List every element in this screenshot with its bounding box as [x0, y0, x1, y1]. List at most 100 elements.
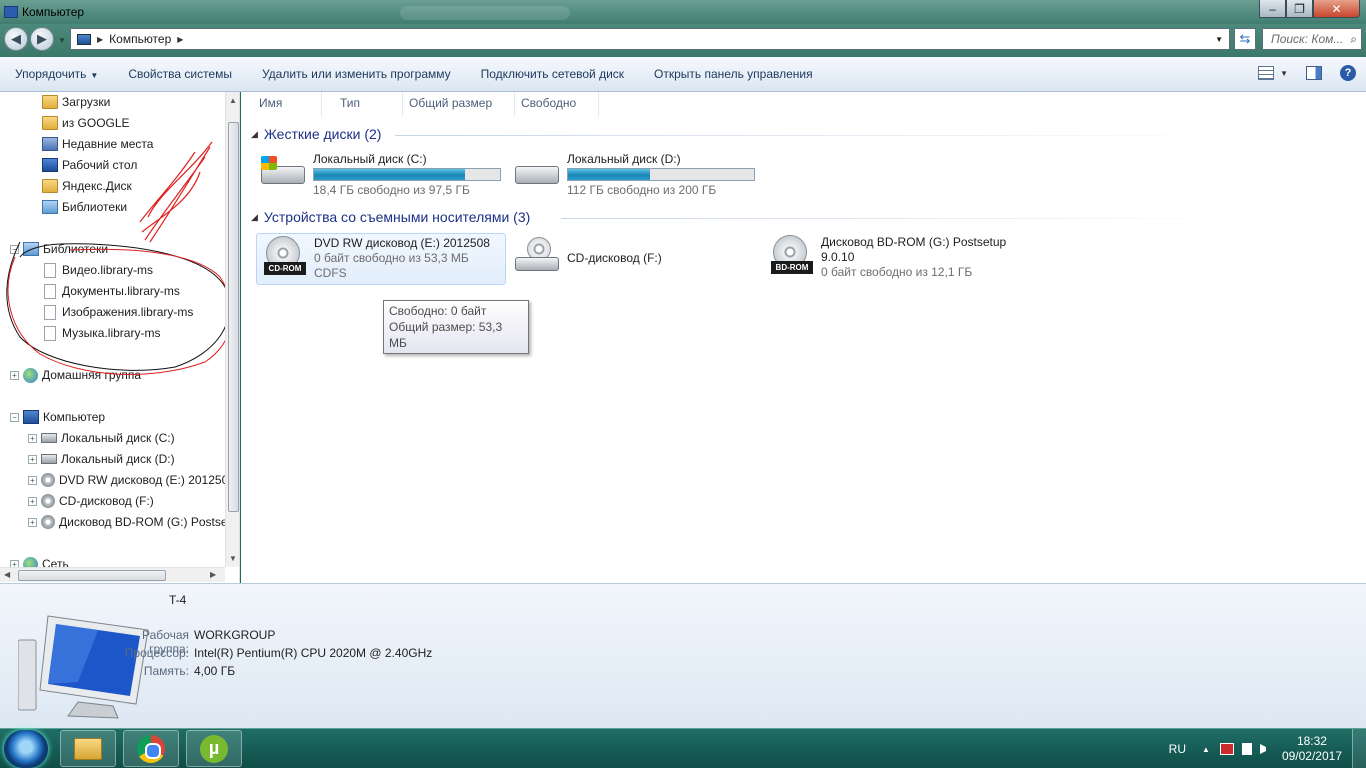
expand-icon[interactable]: +: [10, 370, 19, 380]
nav-item-desktop[interactable]: Рабочий стол: [42, 155, 137, 175]
network-status-icon[interactable]: [1219, 743, 1234, 755]
breadcrumb[interactable]: Компьютер: [109, 32, 171, 46]
utorrent-icon: µ: [200, 734, 228, 763]
nav-item-drive-g[interactable]: + Дисковод BD-ROM (G:) Postse: [28, 512, 228, 532]
nav-item-documents-lib[interactable]: Документы.library-ms: [42, 281, 180, 301]
scroll-down-icon[interactable]: ▼: [229, 554, 237, 563]
nav-item-recent[interactable]: Недавние места: [42, 134, 153, 154]
map-network-drive-button[interactable]: Подключить сетевой диск: [466, 67, 639, 81]
nav-item-drive-c[interactable]: + Локальный диск (C:): [28, 428, 175, 448]
nav-horizontal-scrollbar[interactable]: ◀ ▶: [0, 567, 225, 582]
nav-item-google[interactable]: из GOOGLE: [42, 113, 130, 133]
scroll-up-icon[interactable]: ▲: [229, 96, 237, 105]
expand-icon[interactable]: +: [28, 517, 37, 527]
taskbar-chrome[interactable]: [123, 730, 179, 767]
folder-icon: [42, 95, 58, 109]
start-button[interactable]: [4, 730, 48, 768]
minimize-button[interactable]: –: [1259, 0, 1286, 18]
collapse-icon[interactable]: −: [10, 244, 19, 254]
drive-e[interactable]: CD-ROM DVD RW дисковод (E:) 2012508 0 ба…: [256, 233, 506, 285]
expand-icon[interactable]: +: [28, 475, 37, 485]
action-center-flag-icon[interactable]: [1241, 743, 1252, 755]
group-divider: [395, 135, 1245, 136]
drive-c[interactable]: Локальный диск (C:) 18,4 ГБ свободно из …: [259, 152, 501, 198]
desktop-icon: [42, 158, 58, 172]
disc-icon: BD-ROM: [767, 235, 815, 275]
library-icon: [23, 242, 39, 256]
address-dropdown-icon[interactable]: ▼: [1215, 35, 1223, 44]
expand-icon[interactable]: +: [28, 496, 37, 506]
help-icon[interactable]: ?: [1340, 65, 1356, 81]
drive-d[interactable]: Локальный диск (D:) 112 ГБ свободно из 2…: [513, 152, 755, 198]
group-divider: [561, 218, 1245, 219]
close-button[interactable]: ✕: [1313, 0, 1360, 18]
column-type[interactable]: Тип: [322, 92, 403, 116]
nav-item-music-lib[interactable]: Музыка.library-ms: [42, 323, 160, 343]
organize-button[interactable]: Упорядочить ▼: [0, 67, 113, 81]
nav-item-homegroup[interactable]: + Домашняя группа: [10, 365, 141, 385]
detail-cpu: Процессор: Intel(R) Pentium(R) CPU 2020M …: [124, 646, 433, 660]
clock[interactable]: 18:32 09/02/2017: [1282, 734, 1342, 764]
file-icon: [44, 325, 56, 341]
refresh-button[interactable]: ⇆: [1234, 28, 1256, 50]
change-view-button[interactable]: ▼: [1258, 66, 1288, 80]
column-total-size[interactable]: Общий размер: [403, 92, 515, 116]
show-desktop-button[interactable]: [1352, 729, 1366, 768]
search-input[interactable]: Поиск: Ком... ⌕: [1262, 28, 1362, 50]
collapse-triangle-icon[interactable]: ◢: [251, 212, 258, 223]
language-indicator[interactable]: RU: [1169, 742, 1186, 756]
show-hidden-icons[interactable]: ▲: [1202, 745, 1210, 754]
nav-item-drive-f[interactable]: + CD-дисковод (F:): [28, 491, 154, 511]
column-headers: Имя Тип Общий размер Свободно: [241, 92, 1366, 116]
expand-icon[interactable]: +: [28, 454, 37, 464]
drive-g[interactable]: BD-ROM Дисковод BD-ROM (G:) Postsetup 9.…: [767, 235, 1006, 280]
preview-pane-icon[interactable]: [1306, 66, 1322, 80]
nav-item-drive-d[interactable]: + Локальный диск (D:): [28, 449, 175, 469]
hard-drive-icon: [41, 433, 57, 443]
taskbar: µ RU ▲ 18:32 09/02/2017: [0, 728, 1366, 768]
maximize-button[interactable]: ❐: [1286, 0, 1313, 18]
collapse-icon[interactable]: −: [10, 412, 19, 422]
forward-arrow-icon: ▶: [37, 31, 47, 46]
expand-icon[interactable]: +: [28, 433, 37, 443]
recent-pages-dropdown[interactable]: ▼: [58, 36, 66, 45]
disc-icon: CD-ROM: [260, 236, 308, 276]
nav-vertical-scrollbar[interactable]: ▲ ▼: [225, 92, 239, 567]
scroll-thumb[interactable]: [18, 570, 166, 581]
nav-item-pictures-lib[interactable]: Изображения.library-ms: [42, 302, 193, 322]
folder-icon: [42, 179, 58, 193]
nav-item-computer[interactable]: − Компьютер: [10, 407, 105, 427]
nav-item-video-lib[interactable]: Видео.library-ms: [42, 260, 153, 280]
nav-item-libraries-fav[interactable]: Библиотеки: [42, 197, 127, 217]
nav-item-drive-e[interactable]: + DVD RW дисковод (E:) 2012508: [28, 470, 235, 490]
open-control-panel-button[interactable]: Открыть панель управления: [639, 67, 828, 81]
address-field[interactable]: ▶ Компьютер ▶ ▼: [70, 28, 1230, 50]
hard-drive-icon: [41, 454, 57, 464]
file-icon: [44, 283, 56, 299]
uninstall-program-button[interactable]: Удалить или изменить программу: [247, 67, 466, 81]
drive-f[interactable]: CD-дисковод (F:): [513, 237, 662, 277]
folder-icon: [42, 116, 58, 130]
command-bar: Упорядочить ▼ Свойства системы Удалить ил…: [0, 57, 1366, 92]
back-button[interactable]: ◀: [4, 27, 28, 51]
computer-icon: [4, 6, 18, 18]
column-name[interactable]: Имя: [241, 92, 322, 116]
nav-item-downloads[interactable]: Загрузки: [42, 92, 110, 112]
taskbar-explorer[interactable]: [60, 730, 116, 767]
scroll-thumb[interactable]: [228, 122, 239, 512]
volume-icon[interactable]: [1259, 744, 1266, 754]
taskbar-utorrent[interactable]: µ: [186, 730, 242, 767]
scroll-right-icon[interactable]: ▶: [210, 570, 216, 579]
system-properties-button[interactable]: Свойства системы: [113, 67, 247, 81]
scroll-left-icon[interactable]: ◀: [4, 570, 10, 579]
hard-drive-icon: [259, 152, 307, 192]
forward-button[interactable]: ▶: [30, 27, 54, 51]
collapse-triangle-icon[interactable]: ◢: [251, 129, 258, 140]
chevron-right-icon[interactable]: ▶: [177, 35, 183, 44]
nav-item-yandex-disk[interactable]: Яндекс.Диск: [42, 176, 132, 196]
group-header-removable[interactable]: ◢ Устройства со съемными носителями (3): [251, 209, 530, 225]
group-header-hdd[interactable]: ◢ Жесткие диски (2): [251, 126, 381, 142]
nav-item-libraries[interactable]: − Библиотеки: [10, 239, 108, 259]
chevron-right-icon[interactable]: ▶: [97, 35, 103, 44]
column-free-space[interactable]: Свободно: [515, 92, 599, 116]
